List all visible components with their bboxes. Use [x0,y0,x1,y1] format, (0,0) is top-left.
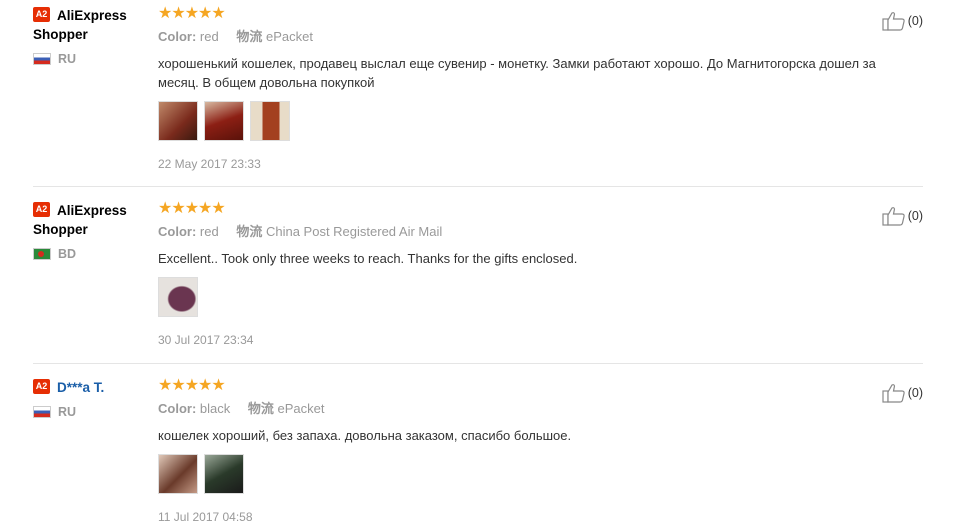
review-text: кошелек хороший, без запаха. довольна за… [158,428,572,443]
review-photo-thumbnail[interactable] [204,454,244,494]
color-label: Color: [158,29,197,44]
shipping-label: 物流 [236,29,263,44]
review-photos [158,277,898,317]
buyer-level-badge: A2 [33,201,50,217]
color-value: red [199,224,219,239]
bangladesh-flag-icon [33,248,51,260]
review-photo-thumbnail[interactable] [158,101,198,141]
buyer-level-badge: A2 [33,378,50,394]
review-photo-thumbnail[interactable] [204,101,244,141]
helpful-count: (0) [907,209,923,223]
color-label: Color: [158,224,197,239]
country-code: RU [58,52,77,66]
star-rating: ★★★★★ [158,377,226,394]
order-info: Color: red 物流 ePacket [158,29,898,45]
review-photos [158,101,898,141]
thumbs-up-icon [882,12,905,31]
review-content: ★★★★★ Color: red 物流 ePacket хорошенький … [158,6,898,171]
buyer-country: RU [33,405,153,419]
buyer-info: A2 AliExpress Shopper BD [33,201,153,261]
russia-flag-icon [33,406,51,418]
helpful-count: (0) [907,386,923,400]
thumbs-up-icon [882,384,905,403]
helpful-button[interactable]: (0) [882,206,923,226]
buyer-country: RU [33,52,153,66]
thumbs-up-icon [882,207,905,226]
buyer-info: A2 AliExpress Shopper RU [33,6,153,66]
color-label: Color: [158,401,197,416]
review-date: 30 Jul 2017 23:34 [158,333,254,347]
review-divider [33,363,923,364]
helpful-count: (0) [907,14,923,28]
color-value: black [199,401,231,416]
helpful-button[interactable]: (0) [882,11,923,31]
shipping-value: ePacket [265,29,313,44]
helpful-button[interactable]: (0) [882,383,923,403]
shipping-value: ePacket [277,401,325,416]
review-date: 22 May 2017 23:33 [158,157,261,171]
shipping-label: 物流 [247,401,274,416]
review-content: ★★★★★ Color: black 物流 ePacket кошелек хо… [158,378,898,524]
buyer-country: BD [33,247,153,261]
order-info: Color: red 物流 China Post Registered Air … [158,224,898,240]
buyer-info: A2 D***a T. RU [33,378,153,419]
shipping-value: China Post Registered Air Mail [265,224,443,239]
review-content: ★★★★★ Color: red 物流 China Post Registere… [158,201,898,347]
order-info: Color: black 物流 ePacket [158,401,898,417]
star-rating: ★★★★★ [158,200,226,217]
review-date: 11 Jul 2017 04:58 [158,510,253,524]
shipping-label: 物流 [236,224,263,239]
review-photo-thumbnail[interactable] [250,101,290,141]
review-text: хорошенький кошелек, продавец выслал еще… [158,56,876,90]
star-rating: ★★★★★ [158,5,226,22]
russia-flag-icon [33,53,51,65]
review-photo-thumbnail[interactable] [158,277,198,317]
country-code: BD [58,247,77,261]
buyer-name: D***a T. [57,380,105,395]
review-photos [158,454,898,494]
review-divider [33,186,923,187]
review-text: Excellent.. Took only three weeks to rea… [158,251,578,266]
country-code: RU [58,405,77,419]
color-value: red [199,29,219,44]
review-photo-thumbnail[interactable] [158,454,198,494]
buyer-level-badge: A2 [33,6,50,22]
